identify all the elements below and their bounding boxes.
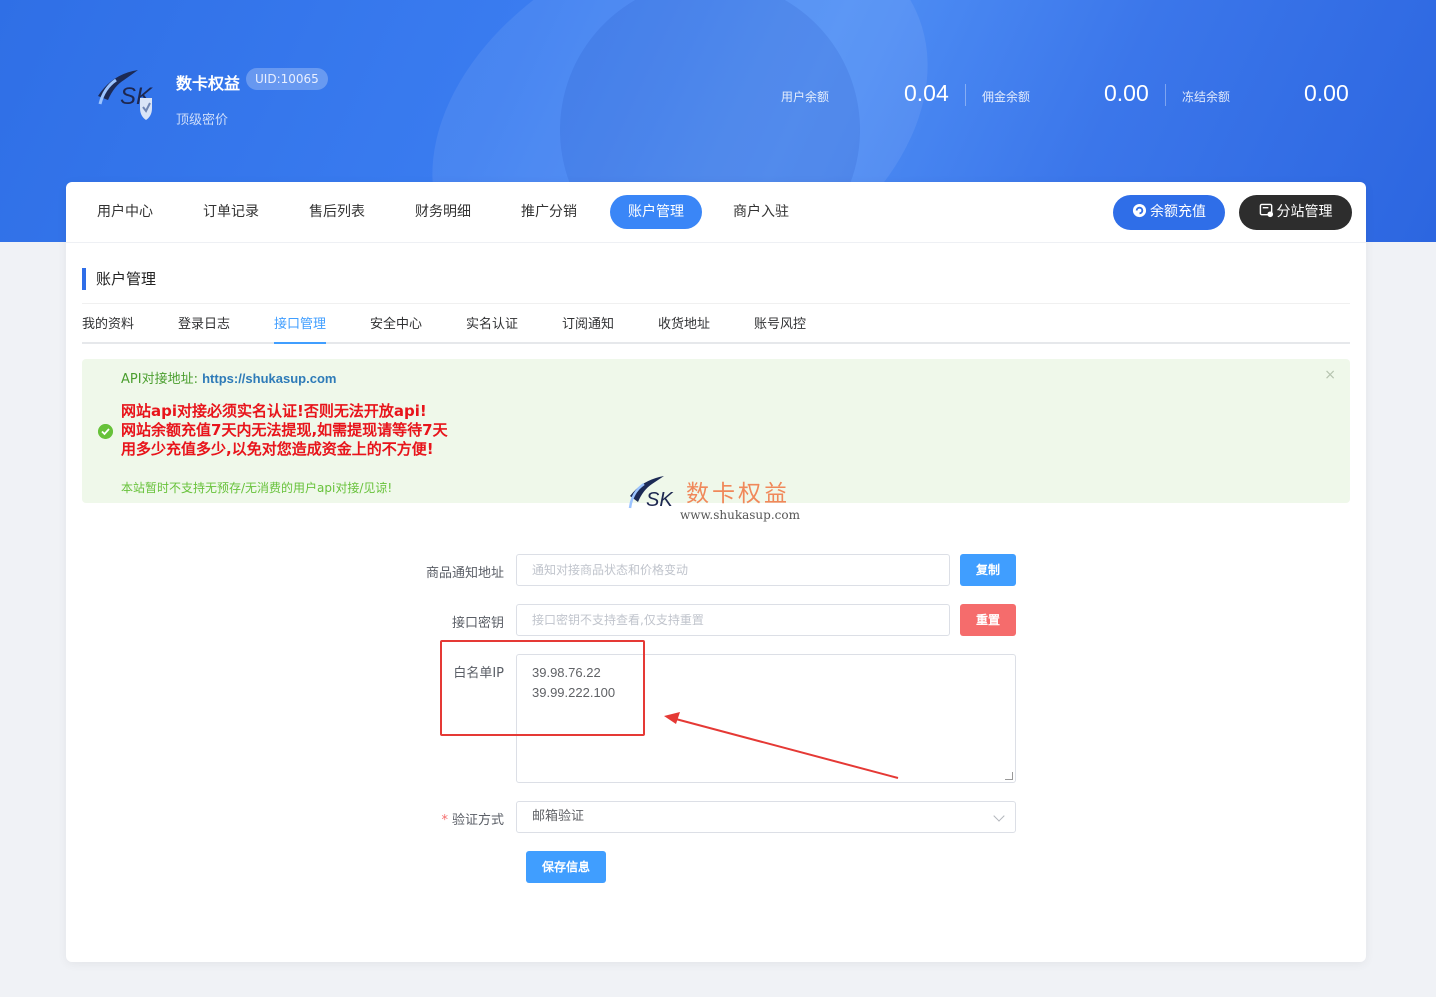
main-card: 用户中心 订单记录 售后列表 财务明细 推广分销 账户管理 商户入驻 余额充值 … bbox=[66, 182, 1366, 962]
wallet-icon bbox=[1132, 203, 1147, 218]
balance-value-frozen: 0.00 bbox=[1304, 80, 1349, 106]
api-address-label: API对接地址: bbox=[121, 372, 198, 387]
divider bbox=[82, 303, 1350, 304]
tab-api-management[interactable]: 接口管理 bbox=[274, 309, 327, 344]
notify-url-input[interactable]: 通知对接商品状态和价格变动 bbox=[516, 554, 950, 586]
balance-label-commission: 佣金余额 bbox=[982, 90, 1031, 104]
copy-button[interactable]: 复制 bbox=[960, 554, 1016, 586]
store-icon bbox=[1259, 203, 1273, 218]
notify-url-label: 商品通知地址 bbox=[425, 566, 504, 581]
tab-subscriptions[interactable]: 订阅通知 bbox=[562, 309, 614, 344]
balance-value-commission: 0.00 bbox=[1104, 80, 1149, 106]
nav-item-orders[interactable]: 订单记录 bbox=[185, 195, 277, 229]
divider bbox=[965, 84, 966, 106]
warning-line: 网站余额充值7天内无法提现,如需提现请等待7天 bbox=[121, 421, 448, 439]
tab-profile[interactable]: 我的资料 bbox=[82, 309, 134, 344]
chevron-down-icon bbox=[993, 810, 1005, 822]
api-key-label: 接口密钥 bbox=[451, 616, 504, 631]
recharge-label: 余额充值 bbox=[1150, 204, 1206, 220]
warning-line: 网站api对接必须实名认证!否则无法开放api! bbox=[121, 402, 427, 420]
user-level: 顶级密价 bbox=[176, 113, 229, 128]
svg-text:SK: SK bbox=[646, 489, 674, 511]
tab-security[interactable]: 安全中心 bbox=[370, 309, 422, 344]
verify-method-label: * 验证方式 bbox=[384, 809, 504, 828]
balance-value-user: 0.04 bbox=[904, 80, 949, 106]
balance-label-frozen: 冻结余额 bbox=[1182, 90, 1231, 104]
nav-item-merchant[interactable]: 商户入驻 bbox=[715, 195, 807, 229]
reset-button[interactable]: 重置 bbox=[960, 604, 1016, 636]
verify-method-select[interactable]: 邮箱验证 bbox=[516, 801, 1016, 833]
verify-method-value: 邮箱验证 bbox=[532, 809, 585, 824]
close-icon[interactable]: × bbox=[1324, 367, 1336, 383]
recharge-button[interactable]: 余额充值 bbox=[1113, 195, 1225, 230]
highlight-box bbox=[440, 640, 645, 736]
success-check-icon bbox=[98, 424, 113, 439]
watermark-logo-icon: SK bbox=[628, 476, 674, 511]
nav-item-account[interactable]: 账户管理 bbox=[610, 195, 702, 229]
tab-risk-control[interactable]: 账号风控 bbox=[754, 309, 806, 344]
required-asterisk: * bbox=[441, 813, 448, 828]
substation-button[interactable]: 分站管理 bbox=[1239, 195, 1352, 230]
tab-login-log[interactable]: 登录日志 bbox=[178, 309, 230, 344]
tab-real-name[interactable]: 实名认证 bbox=[466, 309, 518, 344]
section-title: 账户管理 bbox=[82, 268, 156, 290]
watermark-text: 数卡权益 bbox=[686, 481, 790, 507]
nav-item-after-sales[interactable]: 售后列表 bbox=[291, 195, 383, 229]
resize-handle[interactable] bbox=[1005, 772, 1013, 780]
sub-tabs: 我的资料 登录日志 接口管理 安全中心 实名认证 订阅通知 收货地址 账号风控 bbox=[82, 309, 1350, 344]
api-key-input[interactable]: 接口密钥不支持查看,仅支持重置 bbox=[516, 604, 950, 636]
watermark-url: www.shukasup.com bbox=[680, 508, 800, 522]
watermark: SK 数卡权益 www.shukasup.com bbox=[626, 474, 816, 524]
uid-badge: UID:10065 bbox=[246, 68, 328, 90]
nav-item-promotion[interactable]: 推广分销 bbox=[503, 195, 595, 229]
api-address: API对接地址: https://shukasup.com bbox=[121, 368, 336, 387]
warning-line: 用多少充值多少,以免对您造成资金上的不方便! bbox=[121, 440, 434, 458]
brand-logo-icon: SK bbox=[98, 70, 153, 120]
verify-method-text: 验证方式 bbox=[451, 813, 504, 828]
alert-note: 本站暂时不支持无预存/无消费的用户api对接/见谅! bbox=[121, 481, 393, 495]
brand-name: 数卡权益 bbox=[176, 74, 241, 93]
top-nav: 用户中心 订单记录 售后列表 财务明细 推广分销 账户管理 商户入驻 余额充值 … bbox=[66, 182, 1366, 243]
api-address-url[interactable]: https://shukasup.com bbox=[202, 371, 336, 386]
nav-item-finance[interactable]: 财务明细 bbox=[397, 195, 489, 229]
tab-address[interactable]: 收货地址 bbox=[658, 309, 710, 344]
warning-text: 网站api对接必须实名认证!否则无法开放api! 网站余额充值7天内无法提现,如… bbox=[121, 402, 448, 459]
save-button[interactable]: 保存信息 bbox=[526, 851, 606, 883]
substation-label: 分站管理 bbox=[1276, 204, 1333, 220]
nav-item-user-center[interactable]: 用户中心 bbox=[79, 195, 171, 229]
annotation-arrow bbox=[664, 712, 899, 779]
divider bbox=[1165, 84, 1166, 106]
balance-label-user: 用户余额 bbox=[781, 90, 830, 104]
